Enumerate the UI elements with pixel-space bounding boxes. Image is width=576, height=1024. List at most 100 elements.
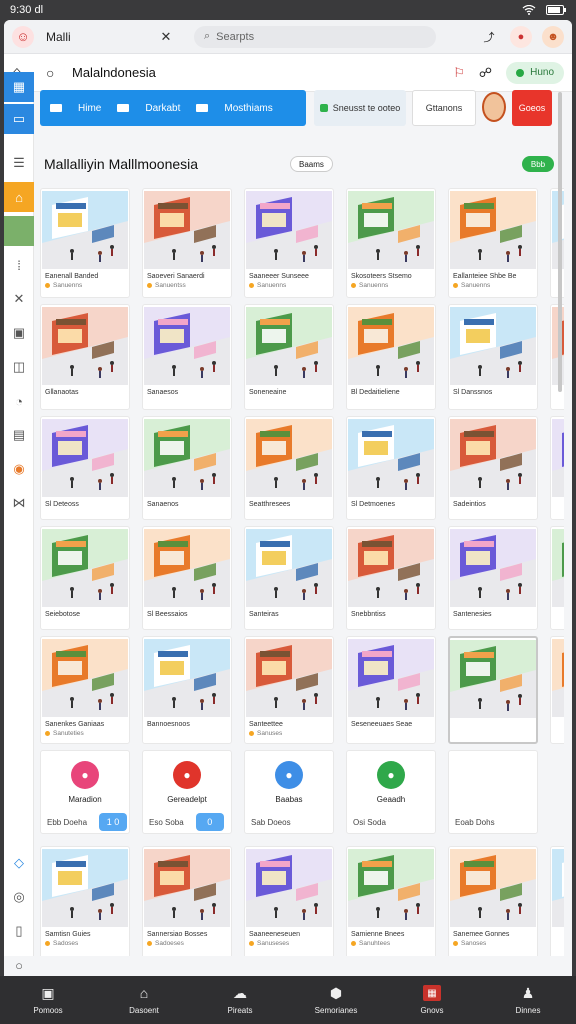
sidebar-item-apps[interactable]: ⁞: [4, 250, 34, 280]
profile-icon[interactable]: ●: [510, 25, 532, 48]
card-meta-text: Sanuseses: [257, 940, 290, 947]
store-thumbnail: [144, 419, 230, 497]
store-card[interactable]: Saaneeneseuen Sanuseses: [244, 846, 334, 956]
store-card[interactable]: Sl Deteoss: [40, 416, 130, 520]
service-card[interactable]: ● Geaadh Osi Soda: [346, 750, 436, 834]
store-card[interactable]: Santenesies: [448, 526, 538, 630]
nav-item-profile[interactable]: ♟ Dinnes: [498, 984, 558, 1016]
secondary-button[interactable]: Gttanons: [412, 90, 476, 126]
person-icon: ♟: [521, 984, 535, 1001]
store-card[interactable]: Bannoesnoos: [142, 636, 232, 744]
store-card[interactable]: Sl Detmoenes: [346, 416, 436, 520]
store-card[interactable]: [550, 636, 564, 744]
main-content: Hime Darkabt Mosthiams Sneusst te ooteo …: [38, 72, 564, 956]
store-card[interactable]: Santeiras: [244, 526, 334, 630]
store-card[interactable]: [448, 636, 538, 744]
green-button[interactable]: Bbb: [522, 156, 554, 172]
nav-item-chat[interactable]: ☁ Pireats: [210, 985, 270, 1016]
sidebar-item-image[interactable]: ▣: [4, 318, 34, 348]
banner-item[interactable]: Mosthiams: [224, 103, 272, 114]
card-meta: Sanuenns: [347, 280, 435, 291]
sidebar-item-orange[interactable]: ◉: [4, 454, 34, 484]
store-thumbnail: [42, 419, 128, 497]
service-card[interactable]: ● Maradion Ebb Doeha 1 0: [40, 750, 130, 834]
scrollbar[interactable]: [558, 92, 562, 392]
sidebar-item-box[interactable]: ◫: [4, 352, 34, 382]
share-icon[interactable]: ⤴: [478, 26, 500, 48]
store-thumbnail: [450, 307, 536, 385]
diamond-icon[interactable]: ◇: [4, 848, 34, 878]
sidebar-item-tools[interactable]: ✕: [4, 284, 34, 314]
store-card[interactable]: Samienne Bnees Sanuhtees: [346, 846, 436, 956]
store-card[interactable]: Eallanteiee Shbe Be Sanuenns: [448, 188, 538, 298]
user-avatar-icon[interactable]: ☻: [542, 25, 564, 48]
store-card[interactable]: Sanaenos: [142, 416, 232, 520]
user-avatar[interactable]: [482, 92, 506, 122]
nav-item-store[interactable]: ⌂ Dasoent: [114, 985, 174, 1015]
sidebar-item-clock[interactable]: ◔: [4, 386, 34, 416]
sidebar-item-list[interactable]: ☰: [4, 148, 34, 178]
store-card[interactable]: Soneneaine: [244, 304, 334, 410]
store-card[interactable]: Seseneeuaes Seae: [346, 636, 436, 744]
red-action-button[interactable]: Goeos: [512, 90, 552, 126]
store-card[interactable]: Sanaesos: [142, 304, 232, 410]
tab-title[interactable]: Malli: [46, 30, 156, 44]
search-input[interactable]: ⌕ Searpts: [194, 25, 436, 48]
card-meta: Sanuentss: [143, 280, 231, 291]
card-meta: Sanuenns: [245, 280, 333, 291]
sidebar-item-folder[interactable]: ▭: [4, 104, 34, 134]
banner-item[interactable]: Darkabt: [145, 103, 180, 114]
feature-button[interactable]: Sneusst te ooteo: [314, 90, 406, 126]
store-card[interactable]: Samtisn Guies Sadoses: [40, 846, 130, 956]
store-card[interactable]: Sanemee Gonnes Sanoses: [448, 846, 538, 956]
store-card[interactable]: Seatthresees: [244, 416, 334, 520]
store-card[interactable]: Bl Dedaitieliene: [346, 304, 436, 410]
service-card[interactable]: Eoab Dohs: [448, 750, 538, 834]
sidebar-item-media[interactable]: ▤: [4, 420, 34, 450]
nav-item-settings[interactable]: ▦ Gnovs: [402, 985, 462, 1015]
store-card[interactable]: Sanenkes Ganiaas Sanuteties: [40, 636, 130, 744]
card-caption: Soneneaine: [249, 389, 287, 396]
card-meta-text: Sanuhtees: [359, 940, 391, 947]
store-card[interactable]: Saoeveri Sanaerdi Sanuentss: [142, 188, 232, 298]
avatar[interactable]: ☺: [12, 25, 34, 48]
store-card[interactable]: Eanenall Banded Sanuenns: [40, 188, 130, 298]
card-meta: Sanuenns: [41, 280, 129, 291]
service-card[interactable]: ● Baabas Sab Doeos: [244, 750, 334, 834]
quantity-stepper[interactable]: 1 0: [99, 813, 128, 831]
store-card[interactable]: Santeettee Sanuses: [244, 636, 334, 744]
sidebar-item-store[interactable]: ⌂: [4, 182, 34, 212]
banner-item[interactable]: Hime: [78, 103, 101, 114]
store-card[interactable]: [550, 846, 564, 956]
nav-label: Pomoos: [33, 1006, 63, 1015]
store-card[interactable]: Gllanaotas: [40, 304, 130, 410]
compass-icon[interactable]: ◎: [4, 882, 34, 912]
card-meta-text: Sanuenns: [461, 282, 491, 289]
service-card[interactable]: ● Gereadelpt Eso Soba 0: [142, 750, 232, 834]
sidebar-item-thumbnail[interactable]: [4, 216, 34, 246]
store-card[interactable]: Sannersiao Bosses Sadoeses: [142, 846, 232, 956]
store-card[interactable]: [550, 526, 564, 630]
store-card[interactable]: Skosoteers Stsemo Sanuenns: [346, 188, 436, 298]
quantity-stepper[interactable]: 0: [195, 813, 224, 831]
nav-label: Gnovs: [420, 1006, 444, 1015]
nav-item-home[interactable]: ▣ Pomoos: [18, 985, 78, 1016]
doc-icon[interactable]: ▯: [4, 916, 34, 946]
card-caption: Sl Deteoss: [45, 501, 79, 508]
filter-button[interactable]: Baams: [290, 156, 333, 172]
store-card[interactable]: Seiebotose: [40, 526, 130, 630]
store-card[interactable]: Snebbntiss: [346, 526, 436, 630]
red-action-label: Goeos: [518, 103, 546, 113]
sidebar-item-grid[interactable]: ▦: [4, 72, 34, 102]
card-caption: Sanaenos: [147, 501, 179, 508]
nav-item-box[interactable]: ⬢ Semorianes: [306, 985, 366, 1016]
store-card[interactable]: Sadeintios: [448, 416, 538, 520]
sidebar-item-share[interactable]: ⋈: [4, 488, 34, 518]
search-placeholder: Searpts: [216, 30, 255, 43]
store-card[interactable]: Sl Danssnos: [448, 304, 538, 410]
store-card[interactable]: Sl Beessaios: [142, 526, 232, 630]
store-thumbnail: [144, 529, 230, 607]
close-icon[interactable]: ✕: [156, 29, 176, 45]
store-card[interactable]: [550, 416, 564, 520]
store-card[interactable]: Saaneeer Sunseee Sanuenns: [244, 188, 334, 298]
